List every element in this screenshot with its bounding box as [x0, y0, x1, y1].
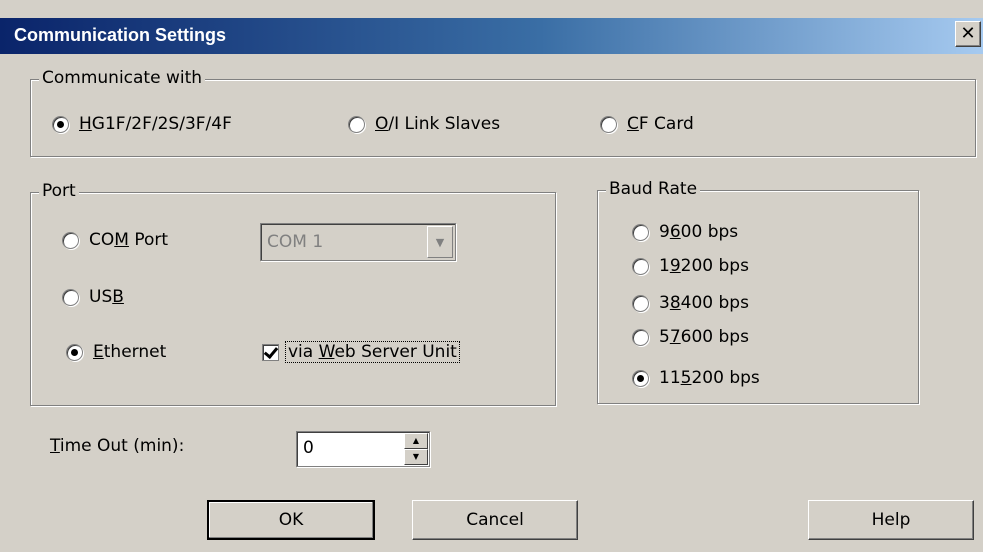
timeout-stepper[interactable]: 0 ▲ ▼	[296, 431, 430, 467]
radio-baud-57600[interactable]: 57600 bps	[632, 327, 749, 347]
radio-baud-9600-label: 9600 bps	[659, 222, 739, 242]
radio-com-indicator	[62, 231, 79, 249]
title-bar: Communication Settings ✕	[0, 18, 983, 54]
radio-ethernet-label: Ethernet	[93, 342, 167, 362]
port-legend: Port	[39, 181, 79, 201]
radio-baud-9600-indicator	[632, 223, 649, 241]
radio-ethernet-indicator	[66, 343, 83, 361]
radio-usb-label: USB	[89, 287, 124, 307]
cancel-button[interactable]: Cancel	[412, 500, 578, 540]
radio-hg-label: HG1F/2F/2S/3F/4F	[79, 114, 232, 134]
baud-rate-legend: Baud Rate	[606, 179, 701, 199]
radio-baud-38400-indicator	[632, 294, 649, 312]
radio-cf-indicator	[600, 115, 617, 133]
radio-baud-9600[interactable]: 9600 bps	[632, 222, 738, 242]
radio-oi-link-slaves[interactable]: O/I Link Slaves	[348, 114, 500, 134]
ok-button[interactable]: OK	[207, 500, 375, 540]
radio-baud-57600-indicator	[632, 328, 649, 346]
radio-cf-label: CF Card	[627, 114, 694, 134]
radio-baud-19200-indicator	[632, 257, 649, 275]
radio-oi-indicator	[348, 115, 365, 133]
timeout-label: Time Out (min):	[50, 436, 185, 456]
ok-button-label: OK	[278, 510, 304, 530]
radio-baud-115200-label: 115200 bps	[659, 368, 760, 388]
timeout-value[interactable]: 0	[303, 438, 314, 458]
radio-baud-38400[interactable]: 38400 bps	[632, 293, 749, 313]
timeout-spin-buttons: ▲ ▼	[404, 433, 428, 465]
close-button[interactable]: ✕	[955, 21, 981, 47]
window-title: Communication Settings	[14, 25, 227, 45]
radio-baud-38400-label: 38400 bps	[659, 293, 749, 313]
help-button[interactable]: Help	[808, 500, 974, 540]
spin-down-icon[interactable]: ▼	[404, 449, 428, 465]
communicate-with-legend: Communicate with	[39, 68, 206, 88]
radio-com-port[interactable]: COM Port	[62, 230, 168, 250]
radio-com-label: COM Port	[89, 230, 169, 250]
check-icon	[262, 343, 279, 361]
radio-cf-card[interactable]: CF Card	[600, 114, 694, 134]
close-icon: ✕	[960, 23, 976, 44]
radio-usb[interactable]: USB	[62, 287, 124, 307]
radio-baud-57600-label: 57600 bps	[659, 327, 749, 347]
via-web-server-label: via Web Server Unit	[285, 341, 460, 363]
spin-up-icon[interactable]: ▲	[404, 433, 428, 449]
radio-hg[interactable]: HG1F/2F/2S/3F/4F	[52, 114, 232, 134]
via-web-server-checkbox[interactable]: via Web Server Unit	[262, 341, 460, 363]
radio-baud-115200[interactable]: 115200 bps	[632, 368, 760, 388]
radio-baud-115200-indicator	[632, 369, 649, 387]
radio-baud-19200-label: 19200 bps	[659, 256, 749, 276]
radio-hg-indicator	[52, 115, 69, 133]
com-port-select[interactable]: COM 1 ▼	[260, 223, 456, 261]
chevron-down-icon[interactable]: ▼	[427, 226, 453, 258]
com-port-select-value: COM 1	[267, 232, 324, 252]
radio-oi-label: O/I Link Slaves	[375, 114, 501, 134]
radio-usb-indicator	[62, 288, 79, 306]
radio-baud-19200[interactable]: 19200 bps	[632, 256, 749, 276]
help-button-label: Help	[871, 510, 911, 530]
radio-ethernet[interactable]: Ethernet	[66, 342, 166, 362]
cancel-button-label: Cancel	[466, 510, 524, 530]
